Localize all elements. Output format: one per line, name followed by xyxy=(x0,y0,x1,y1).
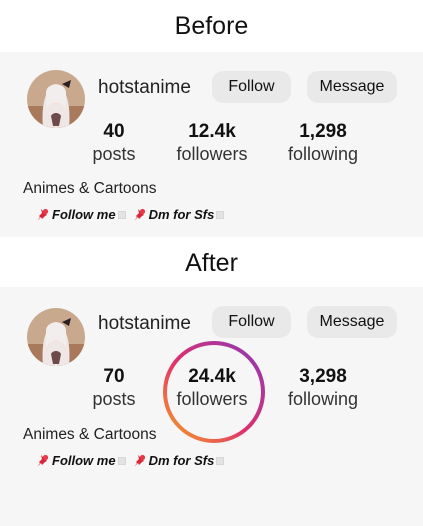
avatar[interactable] xyxy=(27,70,85,128)
followers-count: 12.4k xyxy=(188,121,236,142)
bio-text: Animes & Cartoons xyxy=(23,180,157,197)
following-label: following xyxy=(287,144,359,164)
follow-button[interactable]: Follow xyxy=(212,306,291,338)
posts-count: 70 xyxy=(103,366,125,387)
following-count: 1,298 xyxy=(299,121,347,142)
pushpin-icon xyxy=(133,208,147,222)
followers-label: followers xyxy=(176,144,248,164)
pushpin-icon xyxy=(133,454,147,468)
posts-stat[interactable]: 70 posts xyxy=(64,366,164,410)
followers-highlight-ring xyxy=(163,341,265,443)
message-button[interactable]: Message xyxy=(307,71,397,103)
posts-label: posts xyxy=(92,144,136,164)
unknown-glyph-icon xyxy=(216,456,225,465)
username[interactable]: hotstanime xyxy=(98,77,191,99)
following-stat[interactable]: 3,298 following xyxy=(273,366,373,410)
posts-stat[interactable]: 40 posts xyxy=(64,121,164,165)
bio-tag: Dm for Sfs xyxy=(133,207,225,222)
bio-tag: Follow me xyxy=(36,453,126,468)
bio-tags: Follow me Dm for Sfs xyxy=(36,453,231,468)
pushpin-icon xyxy=(36,454,50,468)
bio-tag: Follow me xyxy=(36,207,126,222)
posts-label: posts xyxy=(92,389,136,409)
after-heading: After xyxy=(185,249,238,277)
message-button[interactable]: Message xyxy=(307,306,397,338)
bio-tag: Dm for Sfs xyxy=(133,453,225,468)
following-count: 3,298 xyxy=(299,366,347,387)
unknown-glyph-icon xyxy=(216,210,225,219)
before-heading: Before xyxy=(174,12,249,40)
tag-text: Dm for Sfs xyxy=(148,453,215,468)
following-stat[interactable]: 1,298 following xyxy=(273,121,373,165)
unknown-glyph-icon xyxy=(117,210,126,219)
follow-button[interactable]: Follow xyxy=(212,71,291,103)
pushpin-icon xyxy=(36,208,50,222)
posts-count: 40 xyxy=(103,121,125,142)
bio-text: Animes & Cartoons xyxy=(23,426,157,443)
unknown-glyph-icon xyxy=(117,456,126,465)
tag-text: Dm for Sfs xyxy=(148,207,215,222)
tag-text: Follow me xyxy=(52,453,116,468)
username[interactable]: hotstanime xyxy=(98,313,191,335)
followers-stat[interactable]: 12.4k followers xyxy=(162,121,262,165)
avatar[interactable] xyxy=(27,308,85,366)
following-label: following xyxy=(287,389,359,409)
before-profile-panel: hotstanime Follow Message 40 posts 12.4k… xyxy=(0,52,423,237)
tag-text: Follow me xyxy=(52,207,116,222)
bio-tags: Follow me Dm for Sfs xyxy=(36,207,231,222)
